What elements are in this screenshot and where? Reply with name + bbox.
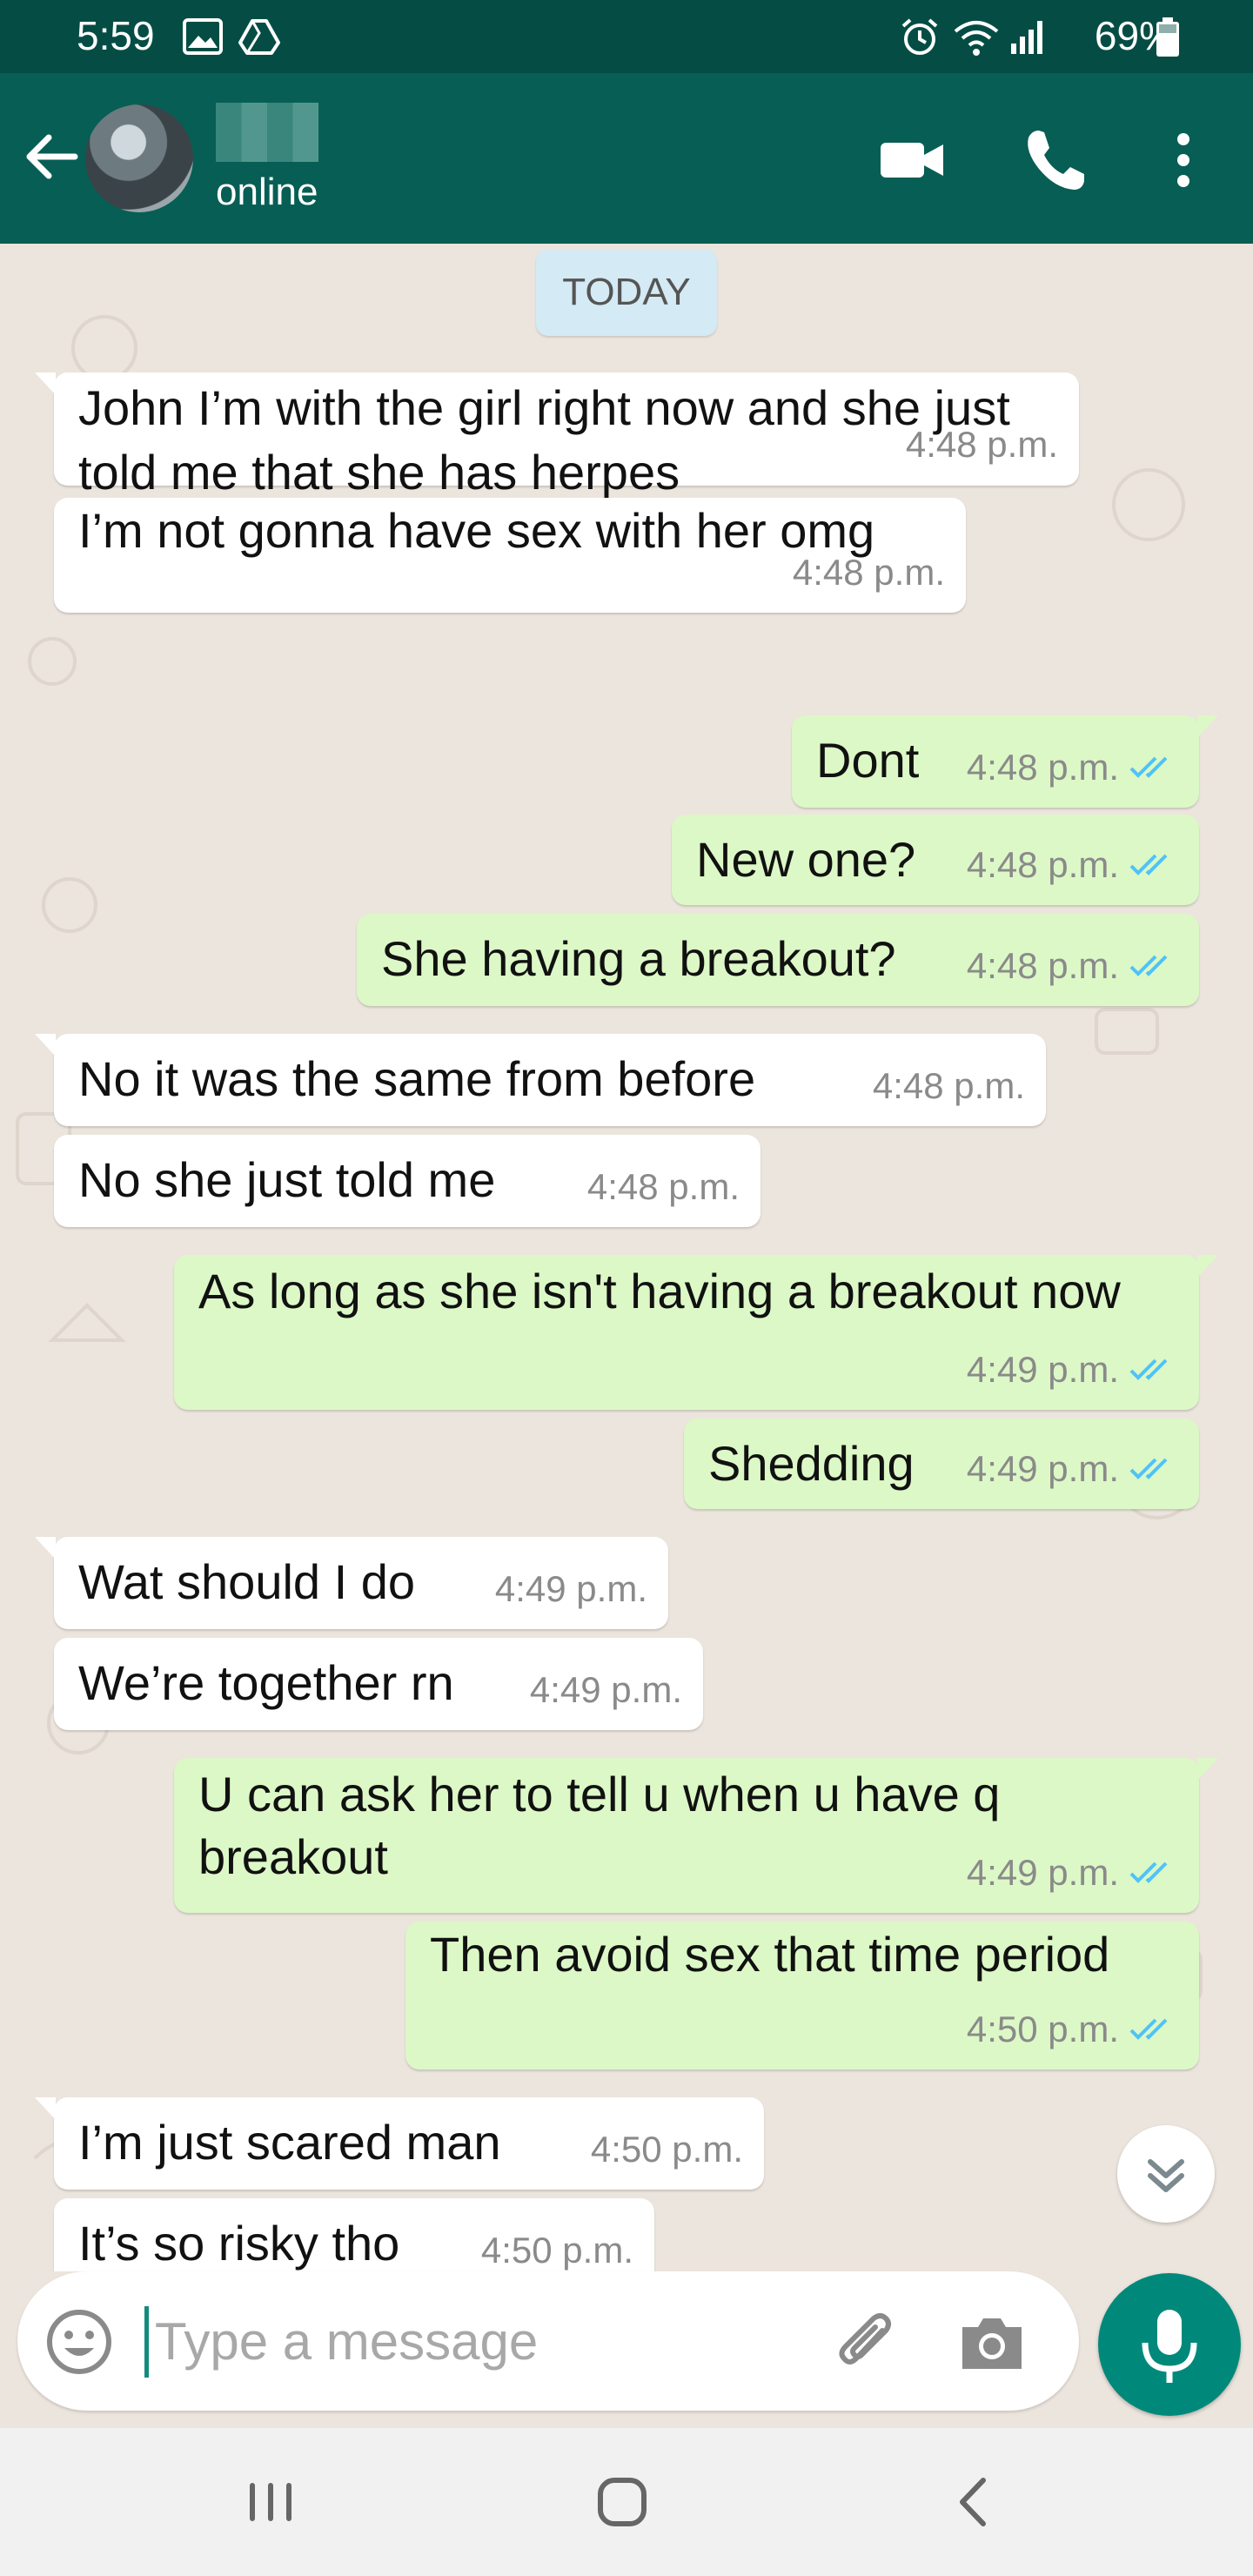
message-time: 4:49 p.m. xyxy=(966,1852,1119,1893)
message-time: 4:49 p.m. xyxy=(494,1568,647,1609)
chat-header: online xyxy=(0,73,1253,244)
message-time: 4:48 p.m. xyxy=(905,424,1058,465)
voice-call-icon[interactable] xyxy=(1020,124,1093,197)
message-composer: Type a message xyxy=(17,2271,1079,2411)
drive-icon xyxy=(238,17,280,64)
outgoing-message[interactable]: Shedding 4:49 p.m. xyxy=(684,1419,1199,1509)
voice-message-button[interactable] xyxy=(1098,2273,1241,2416)
message-time: 4:49 p.m. xyxy=(966,1448,1119,1489)
message-input[interactable]: Type a message xyxy=(155,2311,538,2371)
gallery-icon xyxy=(183,17,223,64)
message-time: 4:50 p.m. xyxy=(480,2230,633,2271)
alarm-icon xyxy=(900,17,940,67)
home-icon[interactable] xyxy=(583,2463,661,2541)
contact-name-redacted[interactable] xyxy=(216,103,318,162)
message-text: As long as she isn't having a breakout n… xyxy=(198,1264,1121,1318)
message-list[interactable]: TODAY John I’m with the girl right now a… xyxy=(0,244,1253,2271)
incoming-message[interactable]: No it was the same from before 4:48 p.m. xyxy=(35,1034,1046,1126)
read-receipt-icon xyxy=(1129,1358,1168,1380)
video-call-icon[interactable] xyxy=(875,124,948,197)
incoming-message[interactable]: I’m just scared man 4:50 p.m. xyxy=(35,2097,764,2190)
outgoing-message[interactable]: New one? 4:48 p.m. xyxy=(672,815,1199,905)
microphone-icon xyxy=(1142,2310,1197,2383)
emoji-icon[interactable] xyxy=(44,2306,115,2378)
camera-icon[interactable] xyxy=(955,2306,1029,2379)
message-time: 4:48 p.m. xyxy=(872,1065,1025,1106)
read-receipt-icon xyxy=(1129,1862,1168,1883)
battery-icon xyxy=(1156,17,1180,67)
signal-icon xyxy=(1009,17,1048,65)
outgoing-message[interactable]: Then avoid sex that time period 4:50 p.m… xyxy=(405,1922,1199,2070)
status-bar: 5:59 69% xyxy=(0,0,1253,73)
outgoing-message[interactable]: As long as she isn't having a breakout n… xyxy=(174,1255,1218,1410)
incoming-message[interactable]: Wat should I do 4:49 p.m. xyxy=(35,1537,668,1629)
message-time: 4:48 p.m. xyxy=(586,1166,740,1207)
more-options-icon[interactable] xyxy=(1147,124,1220,197)
read-receipt-icon xyxy=(1129,2018,1168,2040)
status-time: 5:59 xyxy=(77,13,155,58)
system-navigation-bar xyxy=(0,2428,1253,2576)
outgoing-message[interactable]: Dont 4:48 p.m. xyxy=(792,715,1218,808)
double-chevron-down-icon xyxy=(1148,2159,1184,2192)
outgoing-message[interactable]: She having a breakout? 4:48 p.m. xyxy=(357,914,1199,1006)
read-receipt-icon xyxy=(1129,756,1168,778)
read-receipt-icon xyxy=(1129,1458,1168,1479)
back-icon[interactable] xyxy=(935,2463,1013,2541)
text-caret xyxy=(144,2306,149,2378)
message-text: Then avoid sex that time period xyxy=(430,1927,1110,1982)
message-time: 4:50 p.m. xyxy=(966,2009,1119,2049)
wifi-icon xyxy=(952,17,1001,67)
attachment-icon[interactable] xyxy=(828,2304,907,2383)
incoming-message[interactable]: No she just told me 4:48 p.m. xyxy=(54,1135,761,1227)
recent-apps-icon[interactable] xyxy=(231,2463,310,2541)
contact-avatar[interactable] xyxy=(85,104,193,212)
read-receipt-icon xyxy=(1129,955,1168,976)
back-arrow-icon[interactable] xyxy=(17,122,87,191)
message-time: 4:49 p.m. xyxy=(966,1349,1119,1390)
contact-status: online xyxy=(216,171,318,213)
incoming-message[interactable]: John I’m with the girl right now and she… xyxy=(35,372,1079,500)
read-receipt-icon xyxy=(1129,854,1168,875)
message-time: 4:48 p.m. xyxy=(966,945,1119,986)
message-time: 4:48 p.m. xyxy=(792,552,945,593)
outgoing-message[interactable]: U can ask her to tell u when u have q br… xyxy=(174,1758,1218,1913)
scroll-to-bottom-button[interactable] xyxy=(1117,2125,1215,2223)
message-time: 4:49 p.m. xyxy=(529,1669,682,1710)
message-time: 4:50 p.m. xyxy=(590,2129,743,2170)
incoming-message[interactable]: It’s so risky tho 4:50 p.m. xyxy=(54,2198,654,2271)
message-time: 4:48 p.m. xyxy=(966,747,1119,788)
date-separator: TODAY xyxy=(536,249,717,336)
incoming-message[interactable]: We’re together rn 4:49 p.m. xyxy=(54,1638,703,1730)
message-time: 4:48 p.m. xyxy=(966,844,1119,885)
incoming-message[interactable]: I’m not gonna have sex with her omg 4:48… xyxy=(54,498,966,613)
